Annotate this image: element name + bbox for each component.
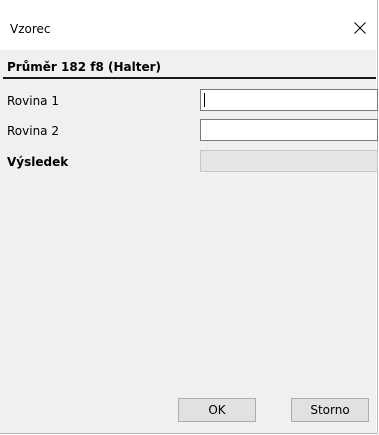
rovina-2-input[interactable]: [200, 119, 378, 141]
vysledek-label: Výsledek: [7, 155, 69, 169]
ok-button[interactable]: OK: [178, 398, 256, 422]
heading-divider: [3, 77, 376, 79]
text-caret: [204, 93, 205, 107]
vysledek-field: [200, 150, 378, 172]
dialog-content: Průměr 182 f8 (Halter) Rovina 1 Rovina 2…: [0, 50, 378, 433]
window-title: Vzorec: [10, 22, 51, 36]
title-bar: Vzorec: [0, 0, 377, 50]
section-heading: Průměr 182 f8 (Halter): [7, 60, 161, 74]
close-button[interactable]: [349, 17, 371, 39]
close-icon: [354, 22, 366, 34]
rovina-1-label: Rovina 1: [7, 94, 59, 108]
rovina-1-input[interactable]: [200, 89, 378, 111]
rovina-2-label: Rovina 2: [7, 124, 59, 138]
cancel-button[interactable]: Storno: [291, 398, 369, 422]
dialog-window: Vzorec Průměr 182 f8 (Halter) Rovina 1 R…: [0, 0, 378, 434]
